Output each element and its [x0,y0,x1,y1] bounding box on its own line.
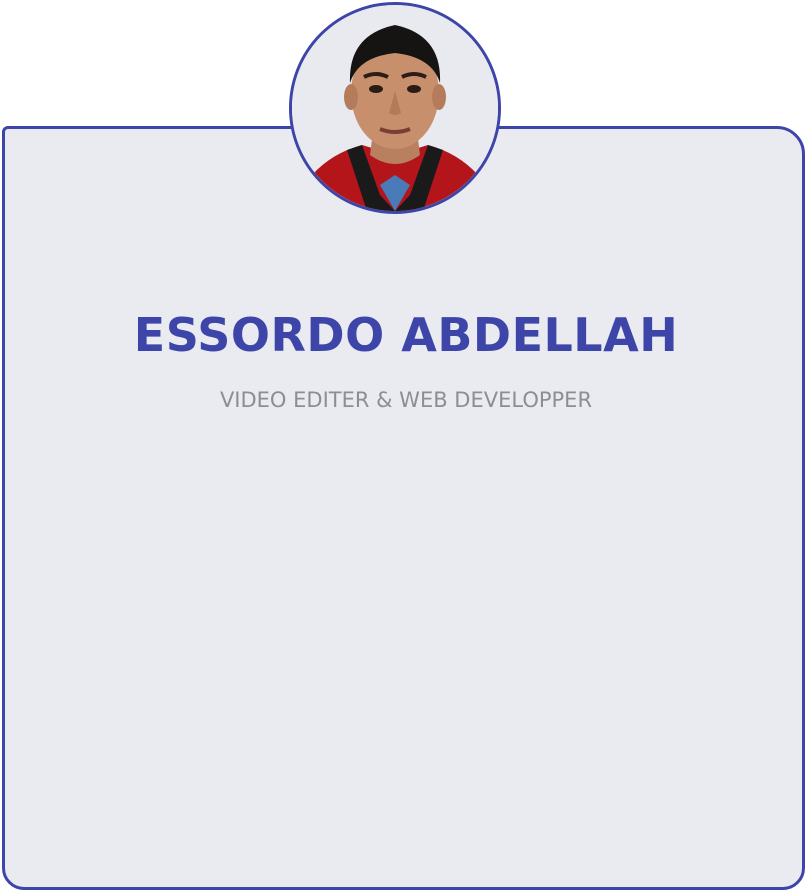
profile-card [2,126,805,890]
profile-role: VIDEO EDITER & WEB DEVELOPPER [219,388,593,412]
profile-photo-icon [292,5,498,211]
avatar [289,2,501,214]
profile-name: ESSORDO ABDELLAH [133,308,679,362]
